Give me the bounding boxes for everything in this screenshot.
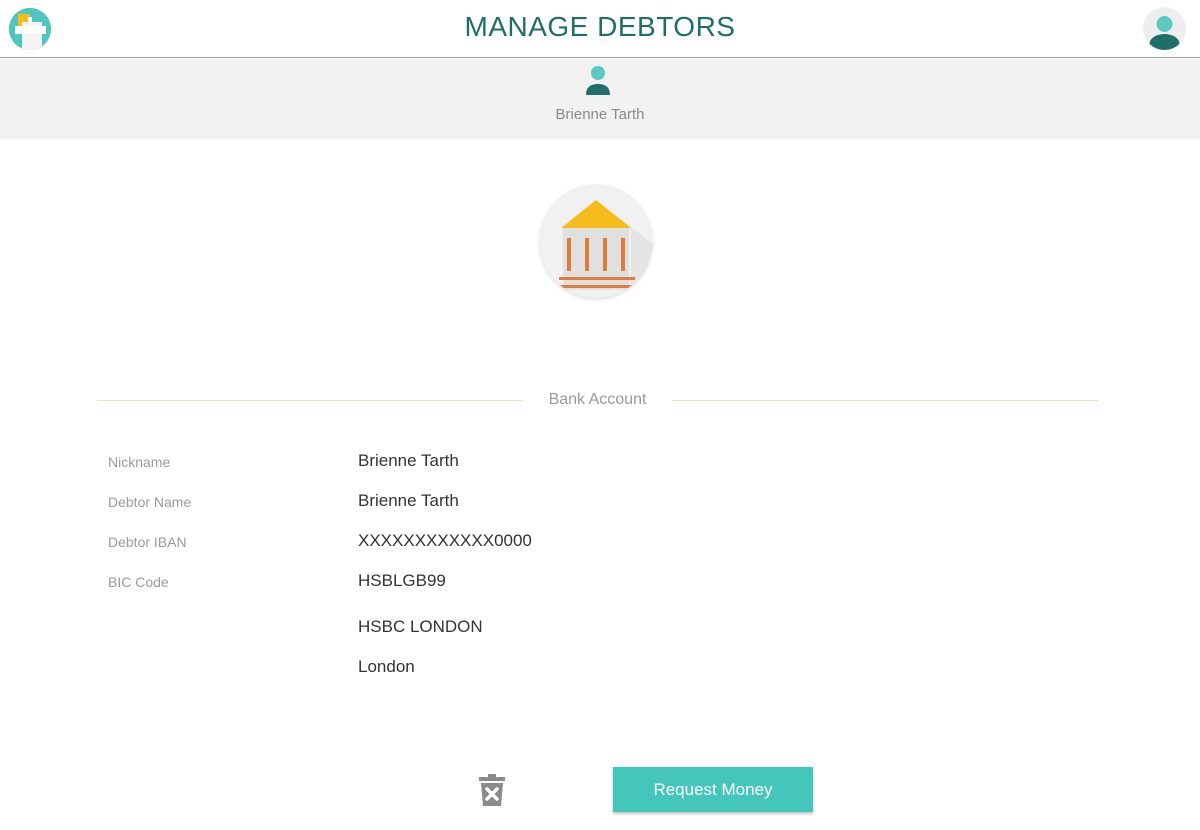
trash-delete-icon[interactable] [476,772,508,808]
request-money-button[interactable]: Request Money [613,767,813,812]
debtor-subheader: Brienne Tarth [0,59,1200,139]
bank-city-value: London [358,657,415,676]
debtor-name-label: Debtor Name [108,494,192,510]
bank-icon [539,184,653,298]
bic-code-label: BIC Code [108,574,169,590]
user-profile-icon[interactable] [1143,7,1186,50]
nickname-value: Brienne Tarth [358,451,459,470]
debtor-name-header: Brienne Tarth [555,106,645,123]
bic-code-value: HSBLGB99 [358,571,446,590]
divider-line [672,400,1098,401]
debtor-iban-value: XXXXXXXXXXXX0000 [358,531,532,550]
bank-account-section-header: Bank Account [97,386,1098,416]
user-avatar-icon [583,65,613,95]
debtor-iban-label: Debtor IBAN [108,534,187,550]
debtor-name-value: Brienne Tarth [358,491,459,510]
page-title: MANAGE DEBTORS [464,11,736,42]
nickname-label: Nickname [108,454,171,470]
top-bar: MANAGE DEBTORS [0,0,1200,58]
bank-name-value: HSBC LONDON [358,617,483,636]
